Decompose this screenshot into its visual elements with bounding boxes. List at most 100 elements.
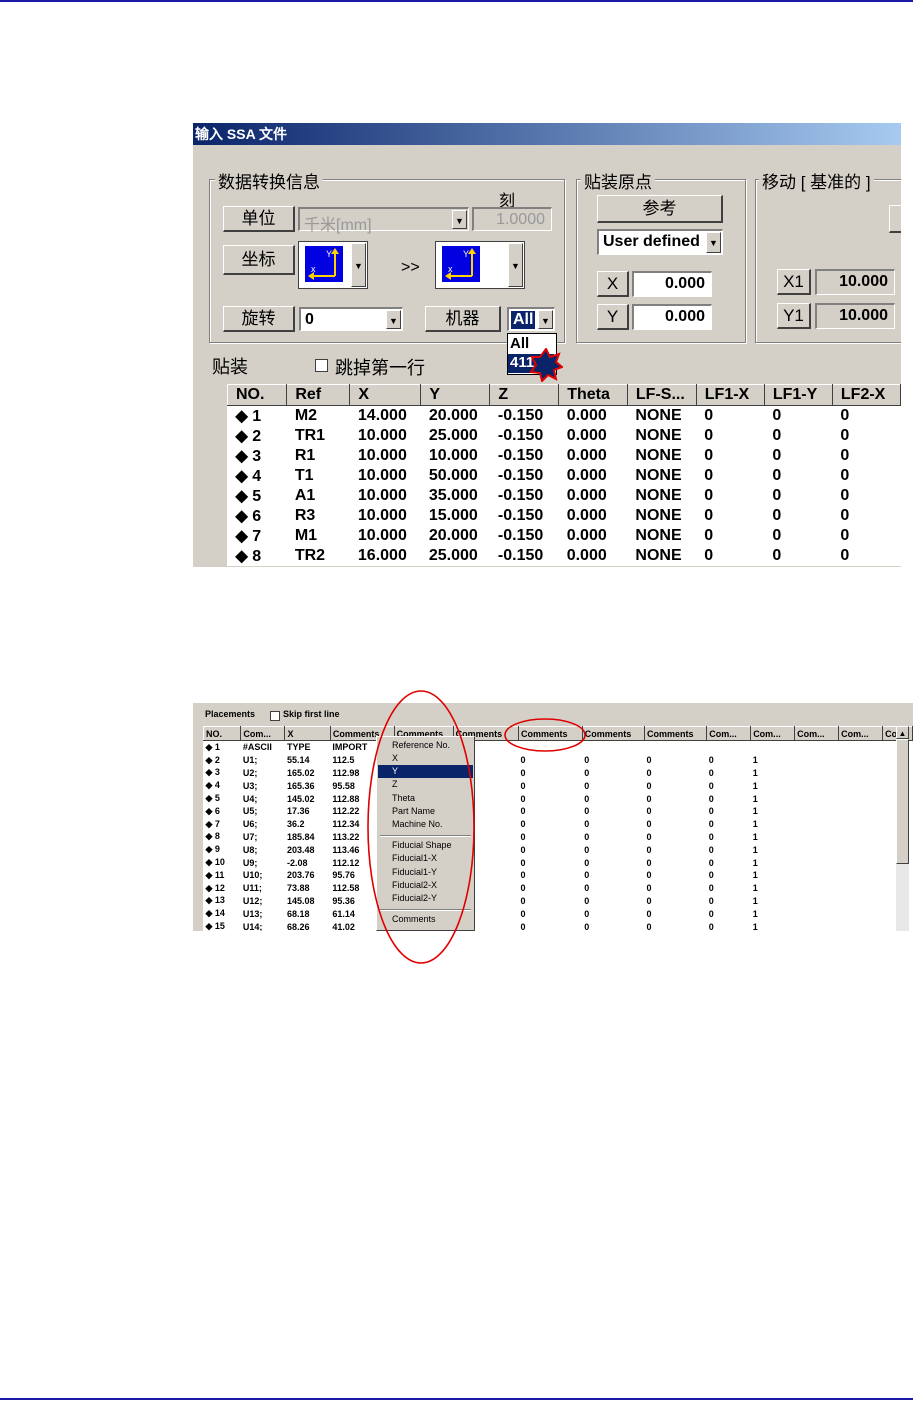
column-header[interactable]: LF1-Y <box>763 384 833 406</box>
table-row[interactable]: ◆ 14 U13; 68.18 61.14 0 0 0 0 1 <box>204 907 913 920</box>
table-row[interactable]: ◆ 10 U9; -2.08 112.12 0 0 0 0 1 <box>204 856 913 869</box>
column-header[interactable]: Theta <box>558 384 628 406</box>
table-cell: 0.000 <box>566 527 607 544</box>
table-row[interactable]: ◆ 6 U5; 17.36 112.22 0 0 0 0 1 <box>204 805 913 818</box>
menu-item[interactable]: Fiducial1-Y <box>378 866 473 879</box>
machine-select[interactable]: All ▼ <box>507 307 555 331</box>
menu-item[interactable]: Fiducial2-Y <box>378 892 473 905</box>
menu-item-selected[interactable]: Y <box>378 765 473 778</box>
menu-item[interactable]: Theta <box>378 792 473 805</box>
table-cell: 0 <box>520 806 526 817</box>
column-header[interactable]: Comments <box>518 726 583 741</box>
unit-select[interactable]: 千米[mm] ▼ <box>298 207 469 234</box>
unit-button[interactable]: 单位 <box>223 206 295 232</box>
coord-target-axis[interactable]: Y x ▼ <box>435 241 525 289</box>
scroll-up-icon[interactable]: ▲ <box>896 726 909 739</box>
column-header[interactable]: Com... <box>838 726 884 741</box>
coord-button[interactable]: 坐标 <box>223 245 295 275</box>
axis-icon: Y x <box>305 246 343 282</box>
menu-item[interactable]: Part Name <box>378 805 473 818</box>
reference-button[interactable]: 参考 <box>597 195 723 223</box>
column-header[interactable]: Z <box>489 384 560 406</box>
origin-x-field[interactable]: 0.000 <box>632 271 712 297</box>
column-header[interactable]: LF-S... <box>626 384 697 406</box>
menu-item[interactable]: Reference No. <box>378 739 473 752</box>
rotate-button[interactable]: 旋转 <box>223 306 295 332</box>
table-cell: U8; <box>242 844 258 855</box>
rotate-select[interactable]: 0 ▼ <box>299 307 403 331</box>
column-header[interactable]: Y <box>420 384 491 406</box>
table-cell: ◆ 5 <box>235 488 262 505</box>
menu-item[interactable]: Fiducial2-X <box>378 879 473 892</box>
menu-item[interactable]: Machine No. <box>378 818 473 831</box>
menu-item[interactable]: X <box>378 752 473 765</box>
table-row[interactable]: ◆ 3 R1 10.000 10.000 -0.150 0.000 NONE 0 0 0 <box>228 446 901 466</box>
table-cell: ◆ 2 <box>205 754 220 765</box>
reference-select[interactable]: User defined ▼ <box>597 229 723 255</box>
column-header[interactable]: Com... <box>706 726 752 741</box>
table-cell: ◆ 10 <box>205 857 225 868</box>
column-header[interactable]: NO. <box>226 384 288 406</box>
table-cell <box>839 907 883 920</box>
table-cell: 0 <box>704 527 714 544</box>
table-row[interactable]: ◆ 2 TR1 10.000 25.000 -0.150 0.000 NONE 0 0 0 <box>228 426 901 446</box>
column-header[interactable]: LF1-X <box>695 384 765 406</box>
table-row[interactable]: ◆ 5 U4; 145.02 112.88 0 0 0 0 1 <box>204 792 913 805</box>
table-row[interactable]: ◆ 9 U8; 203.48 113.46 0 0 0 0 1 <box>204 843 913 856</box>
table-row[interactable]: ◆ 1 M2 14.000 20.000 -0.150 0.000 NONE 0 0 0 <box>228 406 901 427</box>
column-header[interactable]: X <box>349 384 422 406</box>
table-row[interactable]: ◆ 1 #ASCII TYPE IMPORT <box>204 741 913 754</box>
table-row[interactable]: ◆ 12 U11; 73.88 112.58 0 0 0 0 1 <box>204 882 913 895</box>
table-cell: 0 <box>708 883 714 894</box>
scroll-thumb[interactable] <box>896 739 909 864</box>
move-x1-value: 10.000 <box>839 273 888 290</box>
table-row[interactable]: ◆ 5 A1 10.000 35.000 -0.150 0.000 NONE 0 0 0 <box>228 486 901 506</box>
skip-first-line-checkbox[interactable] <box>315 359 328 372</box>
skip-first-line-checkbox[interactable] <box>270 711 280 721</box>
table-row[interactable]: ◆ 3 U2; 165.02 112.98 0 0 0 0 1 <box>204 767 913 780</box>
column-header[interactable]: Com... <box>750 726 796 741</box>
table-cell <box>839 843 883 856</box>
table-row[interactable]: ◆ 13 U12; 145.08 95.36 0 0 0 0 1 <box>204 895 913 908</box>
table-cell: 15.000 <box>428 507 478 524</box>
table-row[interactable]: ◆ 8 TR2 16.000 25.000 -0.150 0.000 NONE 0 0 0 <box>228 546 901 566</box>
column-header[interactable]: Comments <box>643 726 708 741</box>
column-header[interactable]: Com... <box>240 726 286 741</box>
column-header[interactable]: Com... <box>794 726 840 741</box>
menu-item[interactable]: Comments <box>378 913 473 926</box>
column-header[interactable]: Comments <box>581 726 646 741</box>
table-cell <box>795 869 839 882</box>
table-cell <box>839 792 883 805</box>
table-cell: 1 <box>752 831 758 842</box>
table-row[interactable]: ◆ 2 U1; 55.14 112.5 0 0 0 0 1 <box>204 754 913 767</box>
menu-item[interactable]: Fiducial Shape <box>378 839 473 852</box>
table-cell: U10; <box>242 870 263 881</box>
table-row[interactable]: ◆ 11 U10; 203.76 95.76 0 0 0 0 1 <box>204 869 913 882</box>
coord-source-axis[interactable]: Y x ▼ <box>298 241 368 289</box>
table-cell: -0.150 <box>497 467 544 484</box>
column-header[interactable]: NO. <box>202 726 242 741</box>
move-button[interactable] <box>889 205 901 233</box>
origin-y-field[interactable]: 0.000 <box>632 304 712 330</box>
column-header[interactable]: LF2-X <box>831 384 901 406</box>
scale-field[interactable]: 1.0000 <box>472 207 552 231</box>
table-cell: M1 <box>294 527 318 544</box>
chevron-down-icon: ▼ <box>508 243 523 287</box>
machine-button[interactable]: 机器 <box>425 306 501 332</box>
table-row[interactable]: ◆ 7 U6; 36.2 112.34 0 0 0 0 1 <box>204 818 913 831</box>
table-row[interactable]: ◆ 8 U7; 185.84 113.22 0 0 0 0 1 <box>204 831 913 844</box>
column-header[interactable]: X <box>284 726 331 741</box>
table-row[interactable]: ◆ 4 U3; 165.36 95.58 0 0 0 0 1 <box>204 779 913 792</box>
table-cell: 0 <box>708 780 714 791</box>
menu-item[interactable]: Fiducial1-X <box>378 852 473 865</box>
table-cell: 0 <box>584 755 590 766</box>
machine-option[interactable]: All <box>510 335 529 352</box>
table-row[interactable]: ◆ 7 M1 10.000 20.000 -0.150 0.000 NONE 0 0 0 <box>228 526 901 546</box>
table-row[interactable]: ◆ 15 U14; 68.26 41.02 0 0 0 0 1 <box>204 920 913 931</box>
menu-item[interactable]: Z <box>378 778 473 791</box>
convert-arrow: >> <box>401 259 420 276</box>
vertical-scrollbar[interactable]: ▲ <box>896 726 909 931</box>
table-row[interactable]: ◆ 4 T1 10.000 50.000 -0.150 0.000 NONE 0 0 0 <box>228 466 901 486</box>
table-row[interactable]: ◆ 6 R3 10.000 15.000 -0.150 0.000 NONE 0 0 0 <box>228 506 901 526</box>
column-header[interactable]: Ref <box>286 384 351 406</box>
